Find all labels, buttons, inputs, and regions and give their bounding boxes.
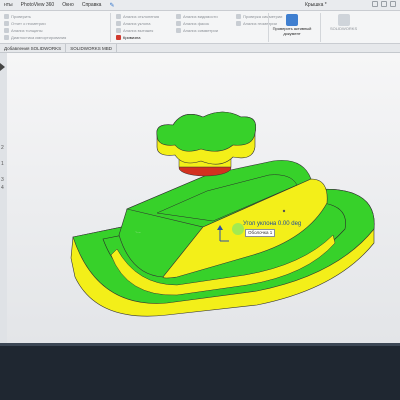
menu-bar: нты PhotoView 360 Окно Справка ✎ Крышка … [0,0,400,11]
face-label: ~~ [134,229,142,237]
tree-number: 1 [1,161,4,167]
draft-analysis-button[interactable]: Анализ уклона [116,21,150,26]
tree-number: 4 [1,185,4,191]
part-model-svg [70,111,375,317]
thickness-icon [4,28,9,33]
chamfer-icon [176,21,181,26]
report-icon [4,21,9,26]
symmetry-analysis-button[interactable]: Анализ симметрии [176,28,218,33]
tree-number: 2 [1,145,4,151]
tab-solidworks-addins[interactable]: Добавления SOLIDWORKS [0,44,67,52]
expand-arrow-icon[interactable] [0,63,5,71]
taskbar-divider [0,343,400,346]
simulation-button[interactable]: SOLIDWORKS [330,14,357,32]
simulation-icon [337,14,350,26]
check-active-document-button[interactable]: Проверить активный документ [272,14,312,36]
app-window: нты PhotoView 360 Окно Справка ✎ Крышка … [0,0,400,400]
chamfer-analysis-button[interactable]: Анализ фасок [176,21,209,26]
pin-icon[interactable]: ✎ [105,2,118,9]
window-controls [372,1,396,7]
menu-tools[interactable]: нты [0,2,17,8]
undercut-icon [116,28,121,33]
visibility-icon [176,14,181,19]
menu-window[interactable]: Окно [58,2,78,8]
import-diagnostics-button[interactable]: Диагностика импортирования [4,35,66,40]
check-button[interactable]: Проверить [4,14,31,19]
geometry-report-button[interactable]: Отчет о геометрии [4,21,46,26]
deviation-icon [116,14,121,19]
taskbar [0,343,400,400]
menu-help[interactable]: Справка [78,2,106,8]
symmetry-icon [176,28,181,33]
curvature-icon [116,35,121,40]
geometry-icon [236,21,241,26]
minimize-icon[interactable] [372,1,378,7]
knob-top [156,111,256,152]
symmetry-check-icon [236,14,241,19]
ribbon-divider [268,13,269,42]
ribbon-divider [110,13,111,42]
ribbon-divider [320,13,321,42]
close-icon[interactable] [390,1,396,7]
check-icon [4,14,9,19]
ribbon-toolbar: Проверить Отчет о геометрии Анализ толщи… [0,11,400,44]
maximize-icon[interactable] [381,1,387,7]
point-marker [282,209,286,213]
command-tabs: Добавления SOLIDWORKS SOLIDWORKS MBD [0,44,400,53]
menu-photoview[interactable]: PhotoView 360 [17,2,59,8]
graphics-viewport[interactable]: ~~ Угол уклона 0.00 deg Оболочка 1 [7,53,400,343]
feature-tooltip: Оболочка 1 [245,229,276,237]
tree-number: 3 [1,177,4,183]
curvature-button[interactable]: Кривизна [116,35,140,40]
document-check-icon [286,14,298,26]
visibility-analysis-button[interactable]: Анализ видимости [176,14,218,19]
undercut-analysis-button[interactable]: Анализ вытяжек [116,28,153,33]
geometry-analysis-button[interactable]: Анализ геометрии [236,21,277,26]
tab-solidworks-mbd[interactable]: SOLIDWORKS MBD [66,44,117,52]
draft-angle-label: Угол уклона 0.00 deg [243,221,302,227]
document-title: Крышка * [305,2,327,8]
thickness-analysis-button[interactable]: Анализ толщины [4,28,42,33]
feature-tree-edge: 2 1 3 4 [0,53,7,343]
deviation-analysis-button[interactable]: Анализ отклонения [116,14,159,19]
draft-icon [116,21,121,26]
diagnostics-icon [4,35,9,40]
